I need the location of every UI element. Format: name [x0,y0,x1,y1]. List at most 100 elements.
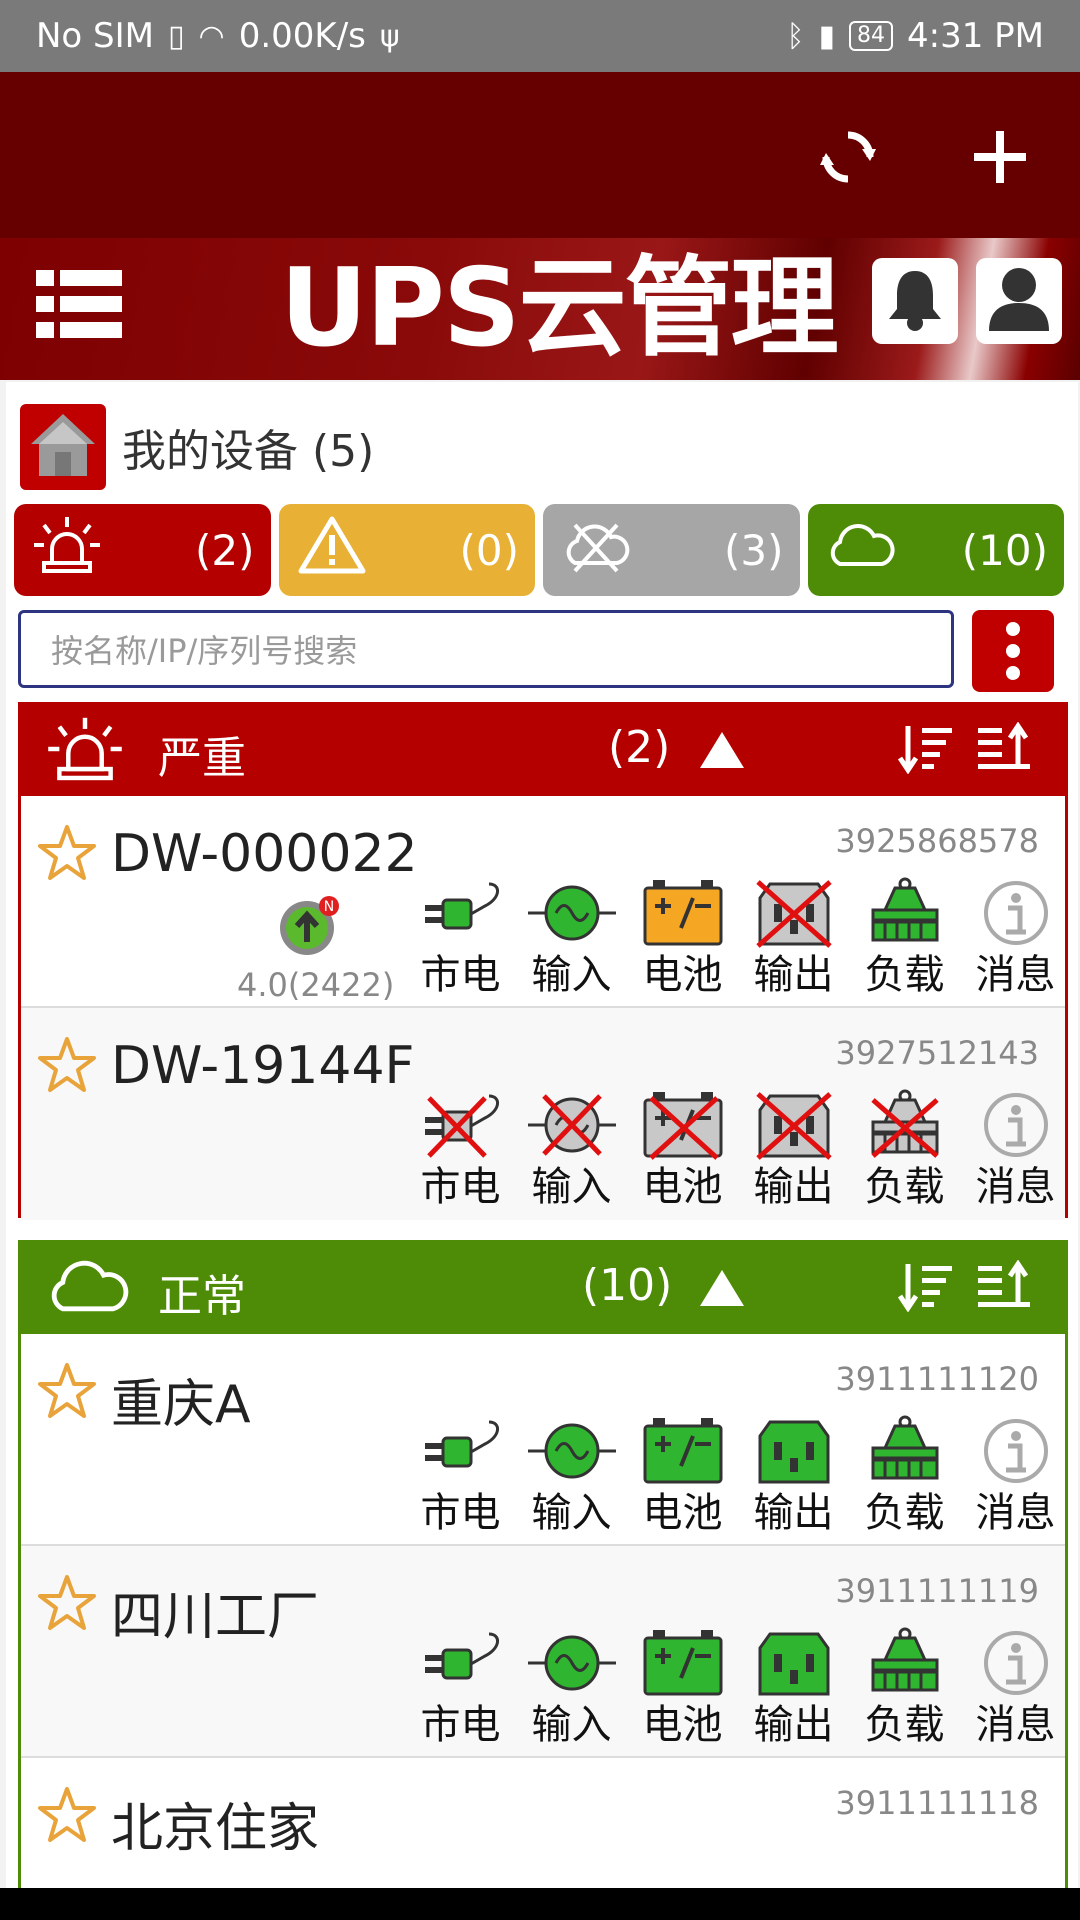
stat-message[interactable]: 消息 [960,1088,1071,1210]
device-name: 北京住家 [111,1799,320,1859]
home-button[interactable] [20,404,106,490]
device-stats: 市电 输入 电池 输出 负载 消息 [405,876,1071,998]
search-input[interactable]: 按名称/IP/序列号搜索 [18,610,954,688]
device-serial: 3911111120 [835,1360,1039,1398]
device-row[interactable]: DW-19144F 3927512143 市电 输入 电池 输出 负载 消息 [21,1008,1065,1220]
device-name: DW-000022 [111,824,418,884]
stat-mains[interactable]: 市电 [405,1088,516,1210]
filter-offline-button[interactable]: (3) [543,504,800,596]
plug-icon [424,1094,499,1158]
device-serial: 3911111119 [835,1572,1039,1610]
add-icon[interactable] [970,127,1030,187]
stat-load[interactable]: 负载 [849,1088,960,1210]
normal-group-header[interactable]: 正常 (10) [18,1240,1068,1334]
favorite-star-icon[interactable] [37,1574,97,1636]
critical-group: 严重 (2) DW-000022 3925868578 N 4.0(2422) … [18,702,1068,1220]
stat-battery[interactable]: 电池 [627,1088,738,1210]
load-icon [871,1415,938,1480]
critical-group-header[interactable]: 严重 (2) [18,702,1068,796]
stat-input[interactable]: 输入 [516,1626,627,1748]
stat-battery[interactable]: 电池 [627,1626,738,1748]
stat-input[interactable]: 输入 [516,1414,627,1536]
outlet-icon [758,1632,829,1696]
filter-critical-count: (2) [195,525,255,575]
cloud-icon [46,1256,130,1320]
user-button[interactable] [976,258,1062,344]
main-content: 我的设备 (5) (2) (0) (3) (10) 按名称/IP/序列号搜索 严… [0,380,1080,1888]
device-row[interactable]: 北京住家 3911111118 [21,1758,1065,1888]
stat-output[interactable]: 输出 [738,1626,849,1748]
more-dot [1006,622,1020,636]
info-icon [983,1093,1048,1157]
collapse-arrow-icon[interactable] [700,1270,744,1306]
stat-load[interactable]: 负载 [849,876,960,998]
group-count: (10) [582,1260,673,1311]
stat-battery[interactable]: 电池 [627,876,738,998]
load-icon [871,877,938,942]
battery-icon [643,1092,722,1160]
sort-desc-icon[interactable] [897,1260,954,1316]
carrier-text: No SIM [36,16,154,56]
network-speed: 0.00K/s [238,16,366,56]
device-row[interactable]: DW-000022 3925868578 N 4.0(2422) 市电 输入 电… [21,796,1065,1008]
stat-message[interactable]: 消息 [960,1626,1071,1748]
stat-message[interactable]: 消息 [960,1414,1071,1536]
sine-wave-icon [527,1423,616,1479]
filter-warning-button[interactable]: (0) [278,504,535,596]
stat-message[interactable]: 消息 [960,876,1071,998]
disconnected-icon [561,515,631,585]
stat-battery[interactable]: 电池 [627,1414,738,1536]
navigation-bar [0,1888,1080,1920]
filter-critical-button[interactable]: (2) [14,504,271,596]
favorite-star-icon[interactable] [37,1786,97,1848]
svg-text:N: N [324,899,334,915]
app-title: UPS云管理 [280,246,839,371]
status-filters: (2) (0) (3) (10) [14,504,1064,596]
sort-asc-icon[interactable] [976,721,1032,778]
group-title: 严重 [158,733,246,784]
stat-output[interactable]: 输出 [738,1088,849,1210]
stat-input[interactable]: 输入 [516,876,627,998]
notification-button[interactable] [872,258,958,344]
collapse-arrow-icon[interactable] [700,732,744,768]
stat-load[interactable]: 负载 [849,1414,960,1536]
stat-load[interactable]: 负载 [849,1626,960,1748]
load-icon [871,1627,938,1692]
sort-desc-icon[interactable] [897,722,954,778]
firmware-update-icon[interactable]: N [277,894,341,962]
sine-wave-icon [527,1635,616,1691]
plug-icon [424,1632,499,1680]
device-name: 四川工厂 [111,1587,320,1647]
load-icon [870,1089,939,1158]
device-row[interactable]: 重庆A 3911111120 市电 输入 电池 输出 负载 消息 [21,1334,1065,1546]
filter-normal-count: (10) [961,525,1048,575]
stat-mains[interactable]: 市电 [405,876,516,998]
sort-asc-icon[interactable] [976,1259,1032,1316]
favorite-star-icon[interactable] [37,824,97,886]
list-menu-icon[interactable] [36,268,122,340]
stat-mains[interactable]: 市电 [405,1414,516,1536]
device-serial: 3927512143 [835,1034,1039,1072]
sine-wave-icon [527,1094,616,1156]
device-stats: 市电 输入 电池 输出 负载 消息 [405,1626,1071,1748]
refresh-icon[interactable] [818,127,878,187]
device-serial: 3925868578 [835,822,1039,860]
outlet-icon [755,880,832,948]
home-icon [29,412,97,482]
favorite-star-icon[interactable] [37,1036,97,1098]
stat-input[interactable]: 输入 [516,1088,627,1210]
favorite-star-icon[interactable] [37,1362,97,1424]
my-devices-title: 我的设备 (5) [122,426,375,477]
device-stats: 市电 输入 电池 输出 负载 消息 [405,1414,1071,1536]
more-options-button[interactable] [972,610,1054,692]
filter-normal-button[interactable]: (10) [807,504,1064,596]
device-stats: 市电 输入 电池 输出 负载 消息 [405,1088,1071,1210]
usb-icon: ψ [379,18,400,54]
battery-icon [643,880,722,946]
device-row[interactable]: 四川工厂 3911111119 市电 输入 电池 输出 负载 消息 [21,1546,1065,1758]
stat-mains[interactable]: 市电 [405,1626,516,1748]
more-dot [1006,666,1020,680]
group-count: (2) [608,722,671,773]
stat-output[interactable]: 输出 [738,876,849,998]
stat-output[interactable]: 输出 [738,1414,849,1536]
